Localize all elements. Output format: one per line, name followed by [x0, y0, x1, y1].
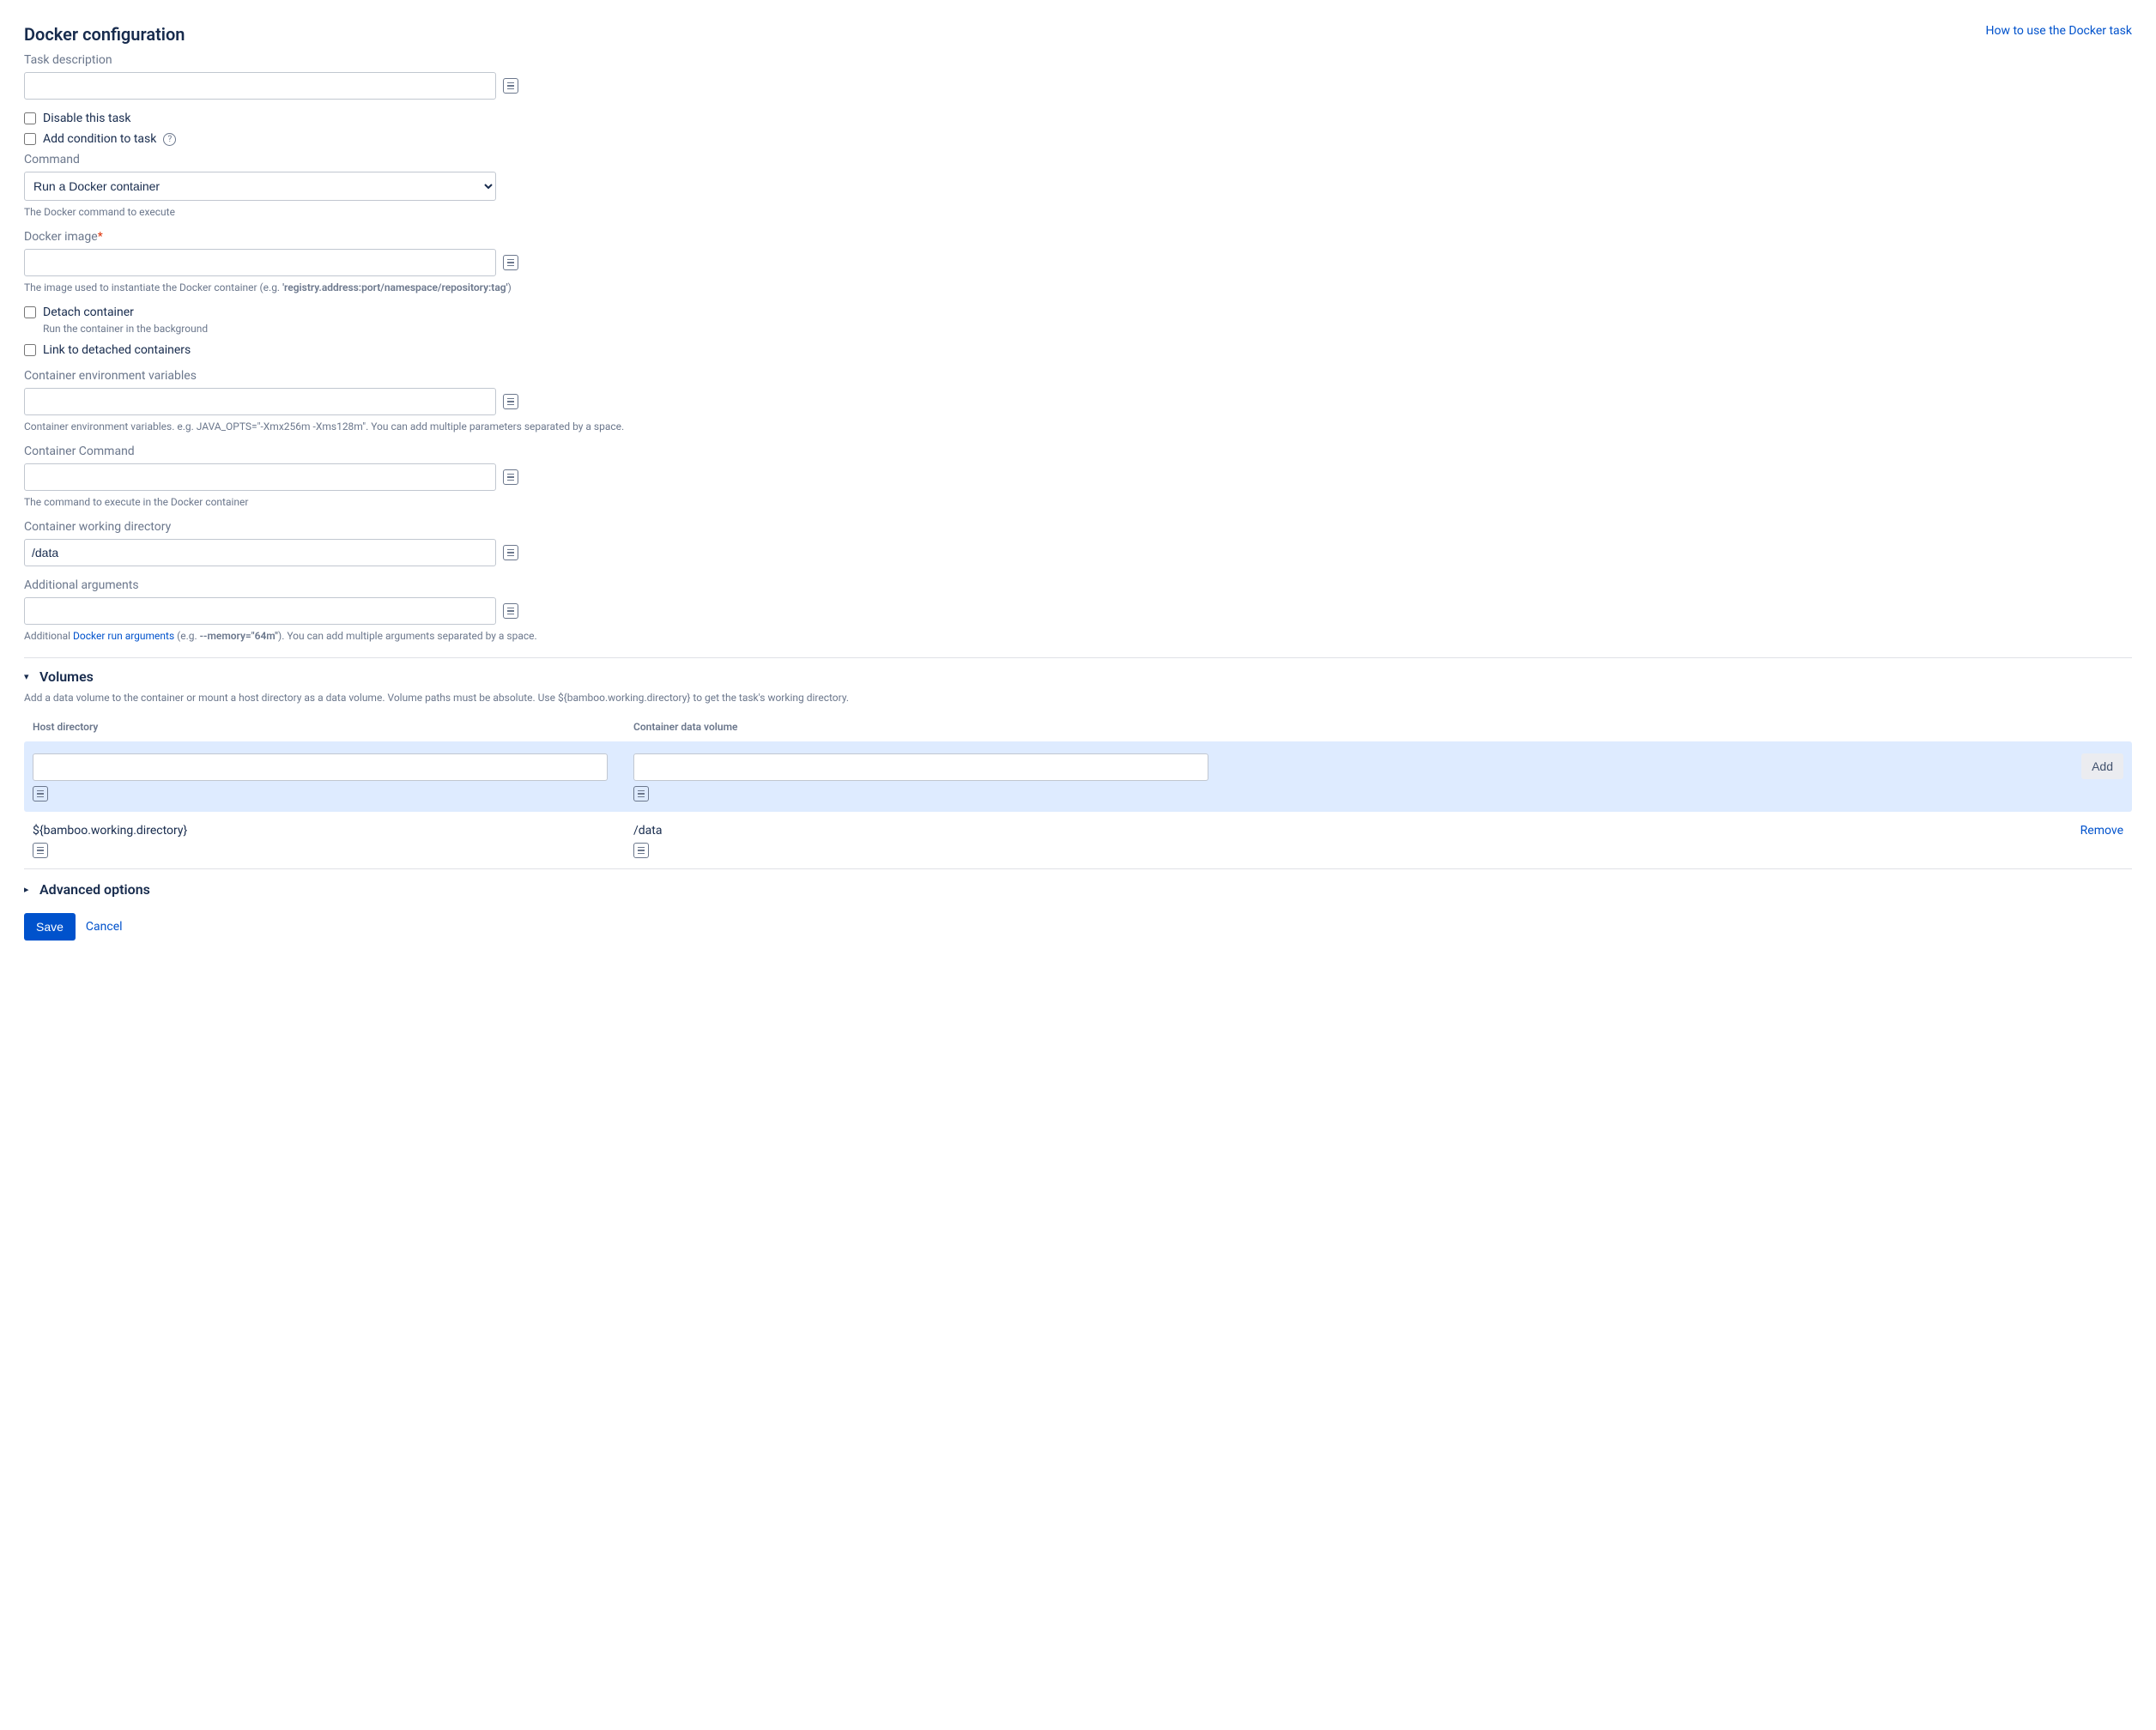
save-button[interactable]: Save: [24, 913, 76, 941]
link-detached-label: Link to detached containers: [43, 343, 191, 357]
docker-image-input[interactable]: [24, 249, 496, 276]
advanced-title: Advanced options: [39, 881, 150, 898]
detach-help: Run the container in the background: [43, 323, 2132, 335]
env-vars-group: Container environment variables Containe…: [24, 369, 2132, 432]
volumes-toggle[interactable]: ▾ Volumes: [24, 668, 2132, 685]
container-command-help: The command to execute in the Docker con…: [24, 496, 2132, 508]
command-select[interactable]: Run a Docker container: [24, 172, 496, 201]
detach-row: Detach container: [24, 305, 2132, 319]
docker-run-args-link[interactable]: Docker run arguments: [73, 630, 174, 642]
volume-row: ${bamboo.working.directory} /data Remove: [24, 812, 2132, 869]
working-dir-input[interactable]: [24, 539, 496, 566]
divider: [24, 657, 2132, 658]
docker-config-form: Docker configuration How to use the Dock…: [24, 24, 2132, 941]
add-condition-row: Add condition to task ?: [24, 132, 2132, 146]
disable-task-row: Disable this task: [24, 112, 2132, 125]
disable-task-label: Disable this task: [43, 112, 131, 125]
working-dir-label: Container working directory: [24, 520, 2132, 534]
additional-args-help: Additional Docker run arguments (e.g. --…: [24, 630, 2132, 642]
task-description-group: Task description: [24, 53, 2132, 100]
variable-picker-icon[interactable]: [503, 78, 518, 94]
docker-image-help: The image used to instantiate the Docker…: [24, 281, 2132, 293]
command-help: The Docker command to execute: [24, 206, 2132, 218]
container-command-input[interactable]: [24, 463, 496, 491]
add-condition-label: Add condition to task: [43, 132, 156, 146]
container-command-group: Container Command The command to execute…: [24, 445, 2132, 508]
volumes-table: Host directory Container data volume Add: [24, 716, 2132, 869]
disable-task-checkbox[interactable]: [24, 112, 36, 124]
chevron-right-icon: ▸: [24, 884, 34, 895]
volumes-header: Host directory Container data volume: [24, 716, 2132, 741]
detach-label: Detach container: [43, 305, 134, 319]
env-vars-help: Container environment variables. e.g. JA…: [24, 420, 2132, 432]
advanced-toggle[interactable]: ▸ Advanced options: [24, 881, 2132, 898]
help-icon[interactable]: ?: [163, 133, 176, 146]
command-label: Command: [24, 153, 2132, 166]
env-vars-input[interactable]: [24, 388, 496, 415]
detach-checkbox[interactable]: [24, 306, 36, 318]
working-dir-group: Container working directory: [24, 520, 2132, 566]
advanced-section: ▸ Advanced options: [24, 881, 2132, 898]
help-link[interactable]: How to use the Docker task: [1985, 24, 2132, 38]
add-volume-button[interactable]: Add: [2081, 753, 2123, 779]
variable-picker-icon[interactable]: [33, 786, 48, 801]
docker-image-label: Docker image*: [24, 230, 2132, 244]
variable-picker-icon[interactable]: [503, 255, 518, 270]
additional-args-group: Additional arguments Additional Docker r…: [24, 578, 2132, 642]
remove-volume-link[interactable]: Remove: [2080, 824, 2123, 838]
col-container-header: Container data volume: [633, 721, 2055, 733]
volumes-description: Add a data volume to the container or mo…: [24, 692, 2132, 704]
command-group: Command Run a Docker container The Docke…: [24, 153, 2132, 218]
cancel-link[interactable]: Cancel: [86, 920, 123, 934]
task-description-label: Task description: [24, 53, 2132, 67]
variable-picker-icon[interactable]: [33, 843, 48, 858]
variable-picker-icon[interactable]: [503, 394, 518, 409]
volume-container-input[interactable]: [633, 753, 1208, 781]
task-description-input[interactable]: [24, 72, 496, 100]
volumes-add-row: Add: [24, 741, 2132, 812]
env-vars-label: Container environment variables: [24, 369, 2132, 383]
add-condition-checkbox[interactable]: [24, 133, 36, 145]
variable-picker-icon[interactable]: [503, 469, 518, 485]
volume-container-value: /data: [633, 824, 2055, 838]
link-detached-checkbox[interactable]: [24, 344, 36, 356]
variable-picker-icon[interactable]: [503, 545, 518, 560]
header: Docker configuration How to use the Dock…: [24, 24, 2132, 45]
additional-args-label: Additional arguments: [24, 578, 2132, 592]
container-command-label: Container Command: [24, 445, 2132, 458]
variable-picker-icon[interactable]: [633, 786, 649, 801]
variable-picker-icon[interactable]: [633, 843, 649, 858]
form-actions: Save Cancel: [24, 913, 2132, 941]
additional-args-input[interactable]: [24, 597, 496, 625]
volume-host-input[interactable]: [33, 753, 608, 781]
col-host-header: Host directory: [33, 721, 633, 733]
docker-image-group: Docker image* The image used to instanti…: [24, 230, 2132, 293]
volume-host-value: ${bamboo.working.directory}: [33, 824, 633, 838]
chevron-down-icon: ▾: [24, 671, 34, 682]
volumes-title: Volumes: [39, 668, 94, 685]
volumes-section: ▾ Volumes Add a data volume to the conta…: [24, 668, 2132, 869]
variable-picker-icon[interactable]: [503, 603, 518, 619]
link-detached-row: Link to detached containers: [24, 343, 2132, 357]
page-title: Docker configuration: [24, 24, 185, 45]
